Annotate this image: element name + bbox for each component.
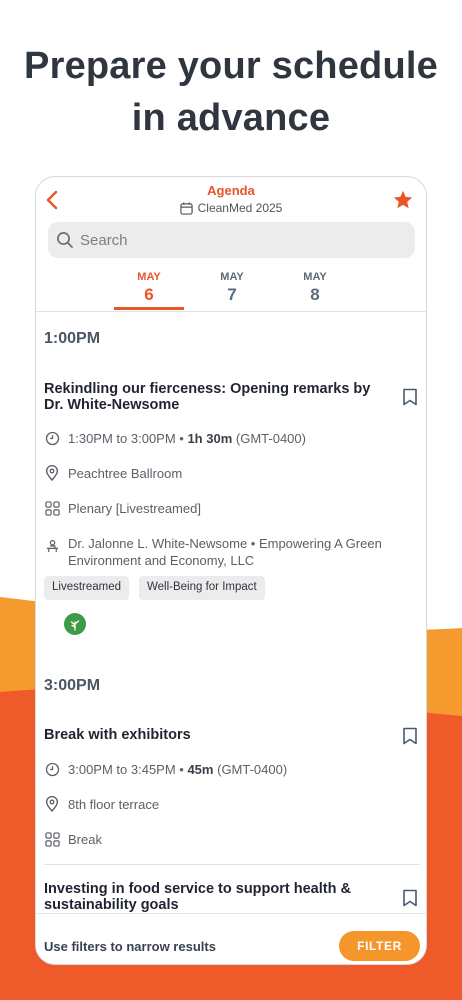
bookmark-icon [403,388,417,406]
divider [44,864,420,865]
bookmark-icon [403,727,417,745]
event-subtitle: CleanMed 2025 [36,201,426,215]
session-title[interactable]: Rekindling our fierceness: Opening remar… [44,381,379,413]
tag-livestreamed[interactable]: Livestreamed [44,576,130,600]
time-range: 1:30PM to 3:00PM [68,431,176,446]
filter-button[interactable]: FILTER [339,931,420,961]
search-input[interactable]: Search [48,222,415,258]
session-type-row: Plenary [Livestreamed] [44,500,201,517]
bookmark-button[interactable] [402,727,418,745]
session-location-row: Peachtree Ballroom [44,465,182,482]
tab-month: MAY [303,271,327,283]
time-range: 3:00PM to 3:45PM [68,762,176,777]
tab-may-6[interactable]: MAY 6 [114,271,184,310]
agenda-list: 1:00PM Rekindling our fierceness: Openin… [36,313,426,913]
grid-icon [44,500,60,516]
search-icon [57,232,73,248]
calendar-icon [179,201,193,215]
clock-icon [45,431,59,445]
sponsor-logo-icon [64,613,86,635]
tag-list: Livestreamed Well-Being for Impact [44,576,424,600]
page-title: Agenda [207,183,255,198]
session-location-row: 8th floor terrace [44,796,159,813]
speaker-icon [46,539,58,552]
location-pin-icon [45,796,59,812]
session-time-row: 1:30PM to 3:00PM • 1h 30m (GMT-0400) [44,430,306,447]
session-time-text: 1:30PM to 3:00PM • 1h 30m (GMT-0400) [68,431,306,446]
filter-footer: Use filters to narrow results FILTER [36,913,426,964]
tag-well-being[interactable]: Well-Being for Impact [139,576,265,600]
tab-day: 7 [227,285,237,304]
session-speaker-row: Dr. Jalonne L. White-Newsome • Empowerin… [44,535,394,569]
session-time-row: 3:00PM to 3:45PM • 45m (GMT-0400) [44,761,287,778]
duration: 1h 30m [187,431,233,446]
search-placeholder: Search [80,231,128,249]
session-type-row: Break [44,831,102,848]
star-icon [393,190,413,209]
session-title[interactable]: Break with exhibitors [44,727,379,743]
clock-icon [45,762,59,776]
tab-may-8[interactable]: MAY 8 [280,271,350,305]
session-time-text: 3:00PM to 3:45PM • 45m (GMT-0400) [68,762,288,777]
timezone: (GMT-0400) [217,762,288,777]
event-name: CleanMed 2025 [197,201,283,215]
tab-month: MAY [137,271,161,283]
headline-line-1: Prepare your schedule [24,45,438,87]
type-text: Break [68,832,102,847]
location-text: 8th floor terrace [68,797,160,812]
tab-day: 8 [310,285,320,304]
speaker-text: Dr. Jalonne L. White-Newsome • Empowerin… [68,536,382,568]
type-text: Plenary [Livestreamed] [68,501,201,516]
filter-hint: Use filters to narrow results [44,939,216,954]
session-title[interactable]: Investing in food service to support hea… [44,881,379,913]
bookmark-button[interactable] [402,388,418,406]
time-header: 1:00PM [44,330,101,347]
tab-may-7[interactable]: MAY 7 [197,271,267,305]
tab-day: 6 [144,285,154,304]
location-pin-icon [45,465,59,481]
grid-icon [44,831,60,847]
bookmark-icon [403,889,417,907]
tab-month: MAY [220,271,244,283]
phone-screen: Agenda CleanMed 2025 Search MAY 6 MAY 7 … [35,176,427,965]
app-header: Agenda CleanMed 2025 [36,177,426,227]
headline: Prepare your schedule in advance [0,40,462,144]
date-tabs: MAY 6 MAY 7 MAY 8 [36,271,426,312]
bookmark-button[interactable] [402,889,418,907]
duration: 45m [187,762,214,777]
time-header: 3:00PM [44,677,101,694]
timezone: (GMT-0400) [235,431,306,446]
location-text: Peachtree Ballroom [68,466,183,481]
favorites-button[interactable] [390,187,416,213]
headline-line-2: in advance [131,97,331,139]
